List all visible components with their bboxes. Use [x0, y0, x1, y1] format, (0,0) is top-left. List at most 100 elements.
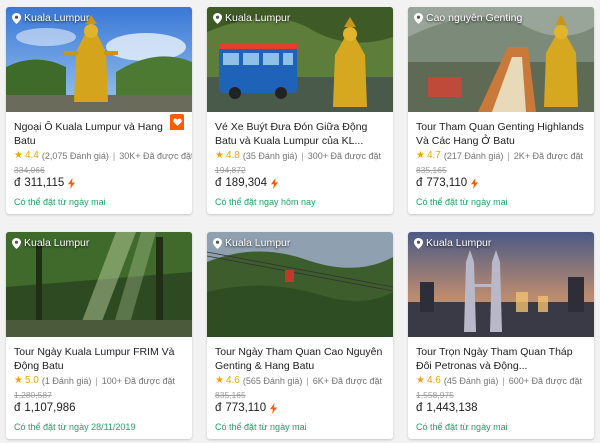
card-meta: ★ 4.7 (217 Đánh giá) | 2K+ Đã được đặt: [416, 150, 588, 162]
price-value: 773,110: [426, 177, 468, 189]
lightning-icon: [68, 178, 76, 189]
availability-text: Có thể đặt từ ngày mai: [416, 197, 508, 207]
location-tag: Kuala Lumpur: [213, 237, 290, 249]
activity-card[interactable]: Kuala Lumpur Vé Xe Buýt Đưa Đón Giữa Độn…: [207, 7, 393, 214]
meta-separator: |: [95, 376, 98, 386]
lightning-icon: [471, 178, 479, 189]
card-meta: ★ 5.0 (1 Đánh giá) | 100+ Đã được đặt: [14, 375, 186, 387]
location-tag: Kuala Lumpur: [414, 237, 491, 249]
card-title[interactable]: Vé Xe Buýt Đưa Đón Giữa Động Batu và Kua…: [215, 120, 387, 148]
price-row: đ 311,115: [14, 176, 186, 191]
price-row: đ 773,110: [416, 176, 588, 191]
location-label: Kuala Lumpur: [225, 237, 291, 249]
meta-separator: |: [306, 376, 309, 386]
availability-text: Có thể đặt từ ngày mai: [215, 422, 307, 432]
price-value: 189,304: [225, 177, 267, 189]
review-count: (217 Đánh giá): [443, 151, 504, 161]
meta-separator: |: [112, 151, 116, 161]
original-price: 1,280,587: [14, 390, 52, 400]
location-pin-icon: [12, 237, 21, 249]
rating-value: 4.8: [225, 150, 240, 161]
location-label: Kuala Lumpur: [426, 237, 492, 249]
location-label: Kuala Lumpur: [24, 237, 90, 249]
review-count: (35 Đánh giá): [242, 151, 298, 161]
review-count: (2,075 Đánh giá): [41, 151, 109, 161]
card-title[interactable]: Ngoại Ô Kuala Lumpur và Hang Batu: [14, 120, 186, 148]
card-title[interactable]: Tour Ngày Kuala Lumpur FRIM Và Động Batu: [14, 345, 186, 373]
star-icon: ★: [215, 375, 224, 386]
original-price: 1,558,975: [416, 390, 454, 400]
activity-card[interactable]: Kuala Lumpur Tour Trọn Ngày Tham Quan Th…: [408, 232, 594, 439]
card-title[interactable]: Tour Tham Quan Genting Highlands Và Các …: [416, 120, 588, 148]
currency-symbol: đ: [416, 402, 423, 414]
price-row: đ 1,107,986: [14, 401, 186, 416]
star-icon: ★: [14, 150, 23, 161]
booked-count: 2K+ Đã được đặt: [513, 151, 583, 161]
booked-count: 30K+ Đã được đặt: [119, 151, 192, 161]
rating-value: 4.7: [426, 150, 441, 161]
activity-card[interactable]: Kuala Lumpur Ngoại Ô Kuala Lumpur và Han…: [6, 7, 192, 214]
price-row: đ 189,304: [215, 176, 387, 191]
location-pin-icon: [213, 12, 222, 24]
currency-symbol: đ: [215, 177, 222, 189]
currency-symbol: đ: [416, 177, 423, 189]
location-tag: Kuala Lumpur: [213, 12, 290, 24]
location-label: Kuala Lumpur: [24, 12, 90, 24]
star-icon: ★: [14, 375, 23, 386]
card-meta: ★ 4.4 (2,075 Đánh giá) | 30K+ Đã được đặ…: [14, 150, 192, 162]
booked-count: 6K+ Đã được đặt: [312, 376, 382, 386]
availability-text: Có thể đặt ngay hôm nay: [215, 197, 316, 207]
currency-symbol: đ: [14, 402, 21, 414]
location-pin-icon: [414, 12, 423, 24]
location-pin-icon: [213, 237, 222, 249]
activity-card[interactable]: Kuala Lumpur Tour Ngày Tham Quan Cao Ngu…: [207, 232, 393, 439]
location-label: Kuala Lumpur: [225, 12, 291, 24]
original-price: 835,165: [215, 390, 246, 400]
location-pin-icon: [414, 237, 423, 249]
card-meta: ★ 4.6 (565 Đánh giá) | 6K+ Đã được đặt: [215, 375, 387, 387]
rating-value: 4.4: [24, 150, 39, 161]
star-icon: ★: [215, 150, 224, 161]
price-value: 1,443,138: [426, 402, 478, 414]
card-title[interactable]: Tour Trọn Ngày Tham Quan Tháp Đôi Petron…: [416, 345, 588, 373]
booked-count: 300+ Đã được đặt: [307, 151, 381, 161]
booked-count: 600+ Đã được đặt: [508, 376, 582, 386]
star-icon: ★: [416, 150, 425, 161]
price-value: 311,115: [24, 177, 65, 189]
star-icon: ★: [416, 375, 425, 386]
original-price: 835,165: [416, 165, 447, 175]
meta-separator: |: [507, 151, 510, 161]
currency-symbol: đ: [14, 177, 21, 189]
rating-value: 4.6: [426, 375, 441, 386]
meta-separator: |: [502, 376, 505, 386]
review-count: (565 Đánh giá): [242, 376, 303, 386]
rating-value: 5.0: [24, 375, 39, 386]
lightning-icon: [270, 178, 278, 189]
meta-separator: |: [301, 151, 304, 161]
price-value: 1,107,986: [24, 402, 76, 414]
location-pin-icon: [12, 12, 21, 24]
availability-text: Có thể đặt từ ngày 28/11/2019: [14, 422, 136, 432]
original-price: 334,066: [14, 165, 45, 175]
rating-value: 4.6: [225, 375, 240, 386]
lightning-icon: [270, 403, 278, 414]
location-tag: Kuala Lumpur: [12, 12, 89, 24]
original-price: 194,872: [215, 165, 246, 175]
location-tag: Kuala Lumpur: [12, 237, 89, 249]
card-meta: ★ 4.8 (35 Đánh giá) | 300+ Đã được đặt: [215, 150, 387, 162]
activity-card[interactable]: Kuala Lumpur Tour Ngày Kuala Lumpur FRIM…: [6, 232, 192, 439]
availability-text: Có thể đặt từ ngày mai: [14, 197, 106, 207]
price-row: đ 1,443,138: [416, 401, 588, 416]
activity-card-grid: Kuala Lumpur Ngoại Ô Kuala Lumpur và Han…: [0, 0, 600, 443]
review-count: (1 Đánh giá): [41, 376, 92, 386]
price-row: đ 773,110: [215, 401, 387, 416]
activity-card[interactable]: Cao nguyên Genting Tour Tham Quan Gentin…: [408, 7, 594, 214]
review-count: (45 Đánh giá): [443, 376, 499, 386]
availability-text: Có thể đặt từ ngày mai: [416, 422, 508, 432]
location-tag: Cao nguyên Genting: [414, 12, 522, 24]
booked-count: 100+ Đã được đặt: [101, 376, 175, 386]
card-meta: ★ 4.6 (45 Đánh giá) | 600+ Đã được đặt: [416, 375, 588, 387]
location-label: Cao nguyên Genting: [426, 12, 523, 24]
price-value: 773,110: [225, 402, 267, 414]
card-title[interactable]: Tour Ngày Tham Quan Cao Nguyên Genting &…: [215, 345, 387, 373]
